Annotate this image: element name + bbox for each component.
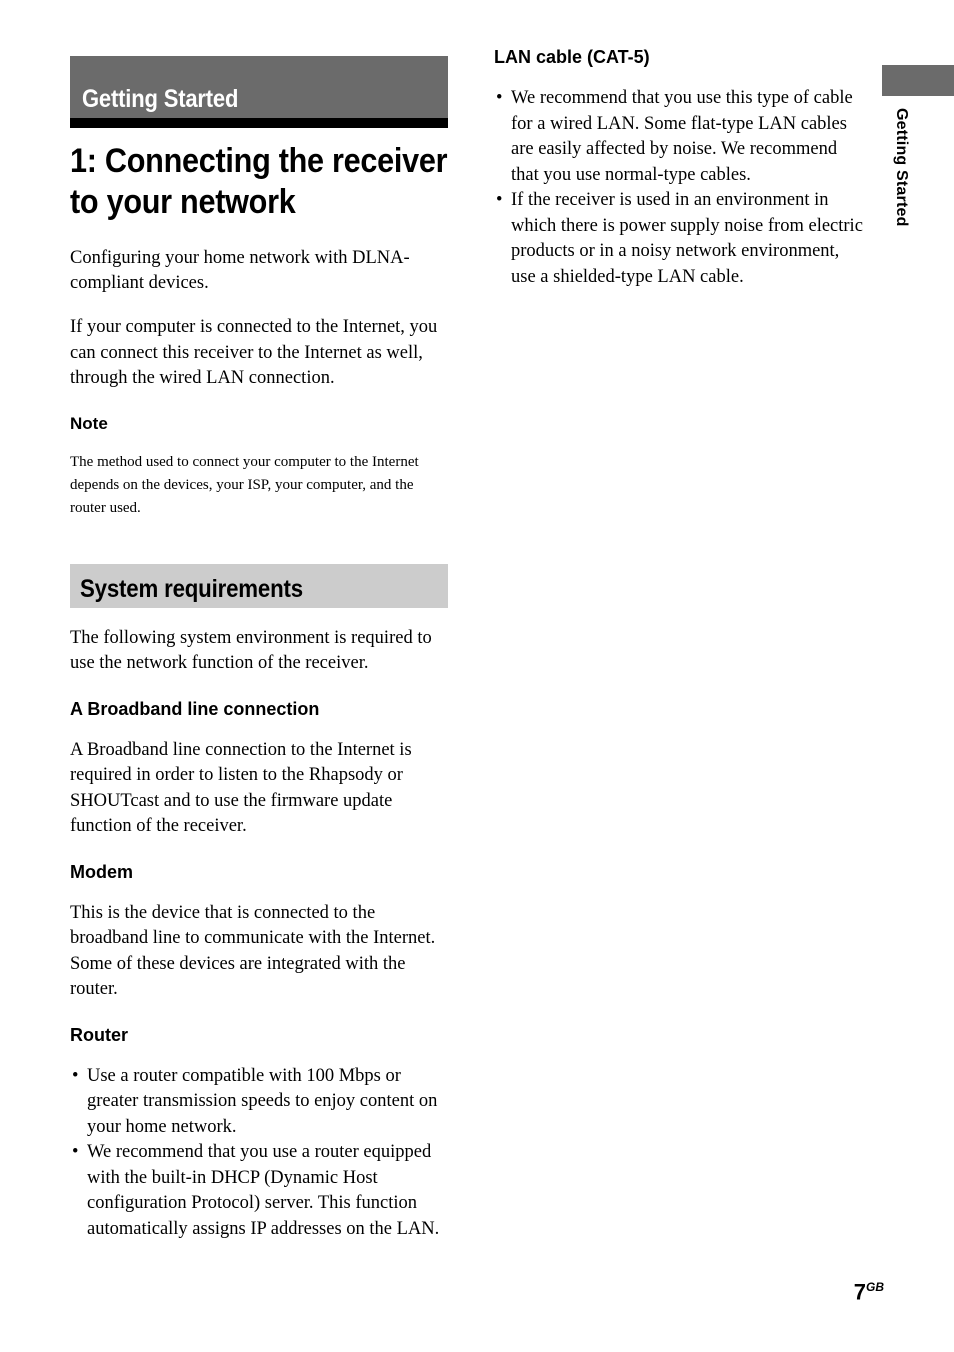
list-item-text: If the receiver is used in an environmen… — [511, 190, 863, 287]
section-header-label: Getting Started — [82, 85, 239, 113]
bullet-icon: • — [496, 190, 503, 210]
page-number-value: 7 — [853, 1279, 866, 1305]
list-item-text: We recommend that you use a router equip… — [87, 1142, 440, 1239]
page-title: 1: Connecting the receiver to your netwo… — [70, 142, 448, 221]
router-bullet-list: • Use a router compatible with 100 Mbps … — [70, 1064, 448, 1243]
document-page: Getting Started 1: Connecting the receiv… — [0, 0, 954, 1352]
intro-paragraph-1: Configuring your home network with DLNA-… — [70, 247, 410, 294]
list-item-text: Use a router compatible with 100 Mbps or… — [87, 1065, 438, 1137]
list-item: • If the receiver is used in an environm… — [494, 188, 866, 290]
section-header-rule — [70, 118, 448, 128]
right-column: LAN cable (CAT-5) • We recommend that yo… — [494, 46, 866, 290]
lan-cable-bullet-list: • We recommend that you use this type of… — [494, 86, 866, 290]
note-body: The method used to connect your computer… — [70, 453, 419, 516]
requirements-intro-paragraph: The following system environment is requ… — [70, 627, 432, 674]
broadband-heading: A Broadband line connection — [70, 698, 320, 719]
side-tab-marker — [882, 65, 954, 96]
page-number-suffix: GB — [866, 1280, 884, 1294]
section-header-band: Getting Started — [70, 56, 448, 118]
left-column: Getting Started 1: Connecting the receiv… — [70, 56, 448, 1242]
page-number: 7GB — [0, 1276, 884, 1303]
router-heading: Router — [70, 1024, 128, 1045]
system-requirements-band: System requirements — [70, 563, 448, 608]
modem-heading: Modem — [70, 861, 133, 882]
broadband-body: A Broadband line connection to the Inter… — [70, 739, 412, 837]
list-item: • We recommend that you use this type of… — [494, 86, 866, 188]
list-item: • Use a router compatible with 100 Mbps … — [70, 1064, 448, 1141]
system-requirements-label: System requirements — [80, 574, 303, 603]
list-item: • We recommend that you use a router equ… — [70, 1140, 448, 1242]
bullet-icon: • — [72, 1065, 79, 1086]
note-heading: Note — [70, 413, 108, 433]
bullet-icon: • — [72, 1142, 79, 1163]
lan-cable-heading: LAN cable (CAT-5) — [494, 47, 650, 67]
intro-paragraph-2: If your computer is connected to the Int… — [70, 317, 438, 389]
modem-body: This is the device that is connected to … — [70, 902, 436, 1000]
side-tab-label: Getting Started — [893, 108, 910, 227]
list-item-text: We recommend that you use this type of c… — [511, 88, 853, 185]
bullet-icon: • — [496, 88, 503, 108]
